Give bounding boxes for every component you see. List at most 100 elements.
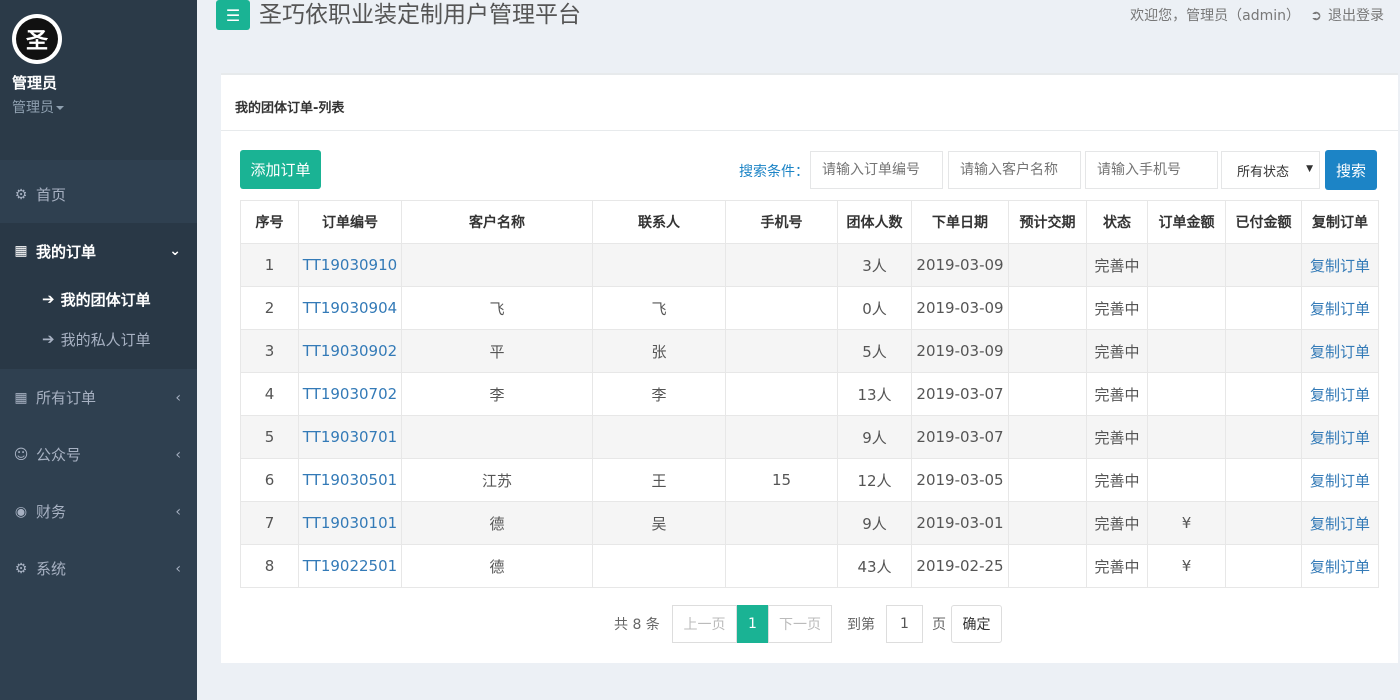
cell-no: 5 bbox=[240, 415, 299, 459]
cell-count: 12人 bbox=[837, 458, 912, 502]
caret-down-icon: ▼ bbox=[1306, 164, 1313, 174]
chevron-down-icon: ⌄ bbox=[169, 243, 181, 259]
cell-copy[interactable]: 复制订单 bbox=[1301, 286, 1379, 330]
status-select[interactable]: 所有状态 ▼ bbox=[1221, 151, 1320, 189]
cell-amount bbox=[1147, 286, 1226, 330]
cell-date: 2019-03-09 bbox=[911, 286, 1009, 330]
cell-date: 2019-03-09 bbox=[911, 243, 1009, 287]
cell-count: 43人 bbox=[837, 544, 912, 588]
cell-order[interactable]: TT19022501 bbox=[298, 544, 402, 588]
cell-copy[interactable]: 复制订单 bbox=[1301, 243, 1379, 287]
cell-copy[interactable]: 复制订单 bbox=[1301, 544, 1379, 588]
cell-count: 9人 bbox=[837, 501, 912, 545]
cell-customer bbox=[401, 243, 593, 287]
cell-count: 13人 bbox=[837, 372, 912, 416]
prev-page-button[interactable]: 上一页 bbox=[672, 605, 737, 643]
welcome-text: 欢迎您，管理员（admin） bbox=[1130, 8, 1300, 24]
sidebar-item-system[interactable]: ⚙ 系统 ‹ bbox=[0, 540, 197, 597]
cell-date: 2019-03-05 bbox=[911, 458, 1009, 502]
column-header: 下单日期 bbox=[911, 200, 1009, 244]
customer-name-input[interactable] bbox=[948, 151, 1081, 189]
sidebar-subitem-private-orders[interactable]: ➔ 我的私人订单 bbox=[0, 319, 197, 359]
cell-date: 2019-03-01 bbox=[911, 501, 1009, 545]
column-header: 订单金额 bbox=[1147, 200, 1226, 244]
user-name: 管理员 bbox=[12, 74, 58, 92]
sidebar-item-finance[interactable]: ◉ 财务 ‹ bbox=[0, 483, 197, 540]
sidebar-subnav: ➔ 我的团体订单 ➔ 我的私人订单 bbox=[0, 279, 197, 369]
column-header: 预计交期 bbox=[1008, 200, 1087, 244]
cell-contact: 王 bbox=[592, 458, 726, 502]
cell-contact bbox=[592, 544, 726, 588]
orders-table: 序号 订单编号 客户名称 联系人 手机号 团体人数 下单日期 预计交期 状态 订… bbox=[240, 200, 1379, 588]
arrow-right-icon: ➔ bbox=[42, 330, 55, 348]
cell-paid bbox=[1225, 243, 1302, 287]
orders-table-body: 1 TT19030910 3人 2019-03-09 完善中 复制订单 2 TT1903090… bbox=[240, 243, 1379, 588]
cell-order[interactable]: TT19030101 bbox=[298, 501, 402, 545]
users-icon: ☺ bbox=[13, 446, 29, 463]
cell-date: 2019-03-07 bbox=[911, 415, 1009, 459]
phone-input[interactable] bbox=[1085, 151, 1218, 189]
cell-paid bbox=[1225, 458, 1302, 502]
cell-status: 完善中 bbox=[1086, 372, 1148, 416]
cell-order[interactable]: TT19030701 bbox=[298, 415, 402, 459]
cell-eta bbox=[1008, 243, 1087, 287]
cell-phone bbox=[725, 501, 838, 545]
sidebar-subitem-group-orders[interactable]: ➔ 我的团体订单 bbox=[0, 279, 197, 319]
cell-amount: ¥ bbox=[1147, 501, 1226, 545]
current-page[interactable]: 1 bbox=[737, 605, 768, 643]
cell-contact: 李 bbox=[592, 372, 726, 416]
next-page-button[interactable]: 下一页 bbox=[768, 605, 832, 643]
goto-label: 到第 bbox=[847, 617, 875, 633]
cell-eta bbox=[1008, 329, 1087, 373]
cell-order[interactable]: TT19030702 bbox=[298, 372, 402, 416]
cell-contact: 张 bbox=[592, 329, 726, 373]
cell-paid bbox=[1225, 329, 1302, 373]
cell-no: 1 bbox=[240, 243, 299, 287]
page-unit-label: 页 bbox=[932, 617, 946, 633]
table-row: 4 TT19030702 李李 13人 2019-03-07 完善中 复制订单 bbox=[240, 372, 1379, 416]
cell-no: 4 bbox=[240, 372, 299, 416]
cell-phone bbox=[725, 286, 838, 330]
column-header: 团体人数 bbox=[837, 200, 912, 244]
logout-icon: ➲ bbox=[1310, 8, 1322, 24]
table-row: 1 TT19030910 3人 2019-03-09 完善中 复制订单 bbox=[240, 243, 1379, 287]
search-button[interactable]: 搜索 bbox=[1325, 150, 1377, 190]
cell-phone: 15 bbox=[725, 458, 838, 502]
sidebar-item-label: 系统 bbox=[36, 560, 67, 578]
table-row: 5 TT19030701 9人 2019-03-07 完善中 复制订单 bbox=[240, 415, 1379, 459]
logo: 圣 bbox=[12, 14, 62, 64]
sidebar-item-all-orders[interactable]: ▦ 所有订单 ‹ bbox=[0, 369, 197, 426]
sidebar-item-official-account[interactable]: ☺ 公众号 ‹ bbox=[0, 426, 197, 483]
cell-copy[interactable]: 复制订单 bbox=[1301, 501, 1379, 545]
cell-order[interactable]: TT19030904 bbox=[298, 286, 402, 330]
cell-order[interactable]: TT19030910 bbox=[298, 243, 402, 287]
add-order-button[interactable]: 添加订单 bbox=[240, 150, 321, 189]
cell-no: 6 bbox=[240, 458, 299, 502]
profile-block: 圣 管理员 管理员 bbox=[0, 0, 197, 160]
sidebar-item-label: 财务 bbox=[36, 503, 67, 521]
table-header-row: 序号 订单编号 客户名称 联系人 手机号 团体人数 下单日期 预计交期 状态 订… bbox=[240, 200, 1379, 244]
cell-contact: 飞 bbox=[592, 286, 726, 330]
sidebar-item-label: 首页 bbox=[36, 186, 67, 204]
sidebar-item-my-orders[interactable]: ▦ 我的订单 ⌄ bbox=[0, 223, 197, 279]
user-role-dropdown[interactable]: 管理员 bbox=[12, 97, 185, 117]
cell-status: 完善中 bbox=[1086, 286, 1148, 330]
order-number-input[interactable] bbox=[810, 151, 943, 189]
cell-copy[interactable]: 复制订单 bbox=[1301, 329, 1379, 373]
table-row: 6 TT19030501 江苏王 15 12人 2019-03-05 完善中 复制订单 bbox=[240, 458, 1379, 502]
cell-copy[interactable]: 复制订单 bbox=[1301, 458, 1379, 502]
page-number-input[interactable]: 1 bbox=[886, 605, 923, 643]
menu-toggle-button[interactable]: ☰ bbox=[216, 0, 250, 30]
logout-link[interactable]: ➲ 退出登录 bbox=[1310, 5, 1384, 25]
cell-customer: 平 bbox=[401, 329, 593, 373]
cell-order[interactable]: TT19030902 bbox=[298, 329, 402, 373]
cell-eta bbox=[1008, 286, 1087, 330]
cell-count: 5人 bbox=[837, 329, 912, 373]
cell-copy[interactable]: 复制订单 bbox=[1301, 372, 1379, 416]
sidebar-item-home[interactable]: ⚙ 首页 bbox=[0, 166, 197, 223]
cell-copy[interactable]: 复制订单 bbox=[1301, 415, 1379, 459]
cell-order[interactable]: TT19030501 bbox=[298, 458, 402, 502]
cell-eta bbox=[1008, 415, 1087, 459]
cell-no: 2 bbox=[240, 286, 299, 330]
confirm-page-button[interactable]: 确定 bbox=[951, 605, 1002, 643]
